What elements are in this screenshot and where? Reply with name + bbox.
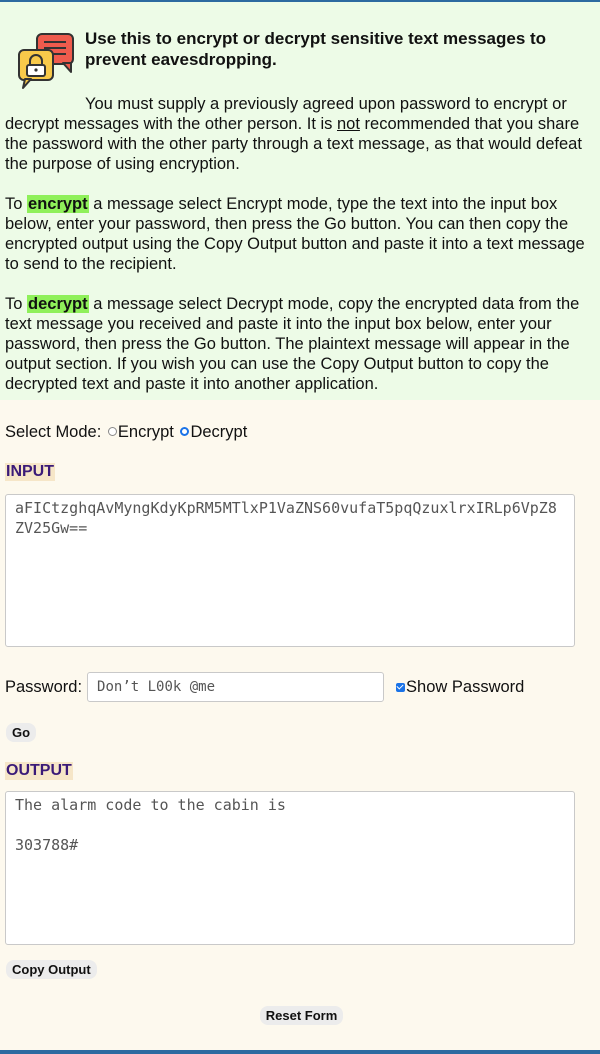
go-button[interactable]: Go — [6, 723, 37, 742]
intro-text: To — [5, 295, 28, 313]
radio-encrypt[interactable] — [107, 427, 117, 436]
encrypted-chat-icon — [18, 33, 74, 89]
mode-label: Select Mode: — [5, 423, 102, 441]
password-row: Password: Don’t L00k @me Show Password — [5, 672, 600, 702]
input-section-label: INPUT — [5, 463, 55, 481]
mode-radio-encrypt[interactable]: Encrypt — [106, 423, 174, 441]
copy-output-button[interactable]: Copy Output — [6, 960, 97, 979]
output-textarea[interactable]: The alarm code to the cabin is 303788# — [5, 791, 575, 945]
intro-paragraph-encrypt: To encrypt a message select Encrypt mode… — [5, 194, 592, 274]
mode-option-decrypt-label[interactable]: Decrypt — [190, 423, 247, 441]
copy-button-wrap: Copy Output — [6, 960, 600, 979]
password-label: Password: — [5, 677, 83, 696]
decrypt-keyword: decrypt — [27, 295, 89, 313]
intro-emphasis-not: not — [337, 115, 360, 133]
intro-text: a message select Encrypt mode, type the … — [5, 195, 585, 273]
mode-selector: Select Mode: Encrypt Decrypt — [5, 423, 600, 442]
radio-decrypt[interactable] — [180, 427, 190, 436]
go-button-wrap: Go — [6, 723, 600, 742]
intro-header: Use this to encrypt or decrypt sensitive… — [5, 28, 592, 94]
intro-panel: Use this to encrypt or decrypt sensitive… — [0, 2, 600, 400]
intro-paragraph-password: You must supply a previously agreed upon… — [5, 94, 592, 174]
output-section-label: OUTPUT — [5, 762, 73, 780]
password-input[interactable]: Don’t L00k @me — [87, 672, 385, 702]
reset-form-button[interactable]: Reset Form — [259, 1006, 344, 1025]
intro-text: a message select Decrypt mode, copy the … — [5, 295, 580, 393]
intro-paragraph-decrypt: To decrypt a message select Decrypt mode… — [5, 294, 592, 394]
show-password-label[interactable]: Show Password — [406, 678, 524, 697]
show-password-checkbox[interactable] — [396, 682, 406, 692]
mode-radio-decrypt[interactable]: Decrypt — [178, 423, 247, 441]
encrypt-keyword: encrypt — [27, 195, 89, 213]
input-textarea[interactable]: aFICtzghqAvMyngKdyKpRM5MTlxP1VaZNS60vufa… — [5, 494, 575, 647]
mode-option-encrypt-label[interactable]: Encrypt — [118, 423, 174, 441]
intro-title: Use this to encrypt or decrypt sensitive… — [85, 29, 547, 69]
intro-text: To — [5, 195, 28, 213]
reset-button-wrap: Reset Form — [0, 1006, 600, 1025]
